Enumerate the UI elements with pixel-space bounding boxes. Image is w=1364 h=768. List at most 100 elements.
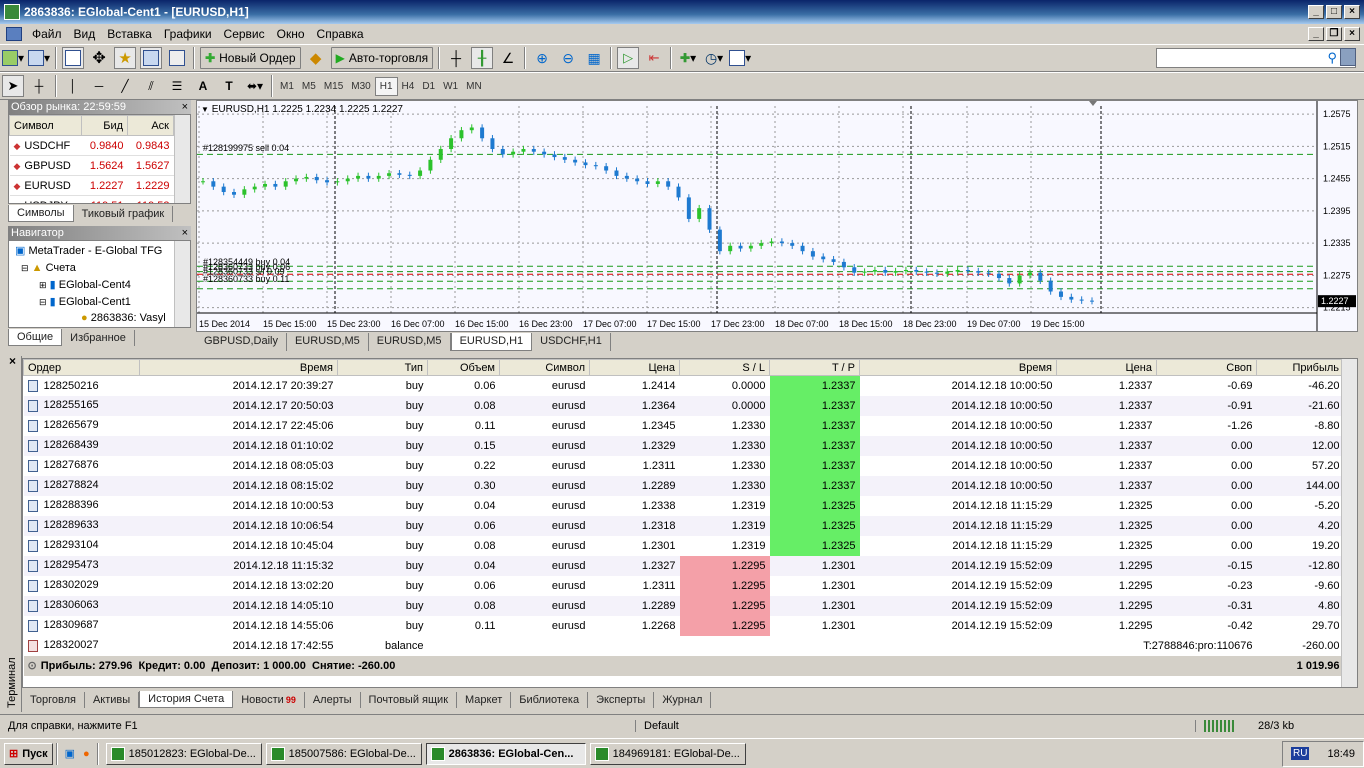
crosshair-tool[interactable]: ┼ [28, 75, 50, 97]
horizontal-line-tool[interactable]: ─ [88, 75, 110, 97]
col-header[interactable]: T / P [769, 359, 860, 376]
menu-view[interactable]: Вид [68, 27, 102, 41]
community-icon[interactable] [1340, 48, 1356, 66]
metaeditor-button[interactable]: ◆ [305, 47, 327, 69]
tree-account-cent4[interactable]: ⊞ ▮ EGlobal-Cent4 [9, 276, 190, 293]
tile-windows-button[interactable]: ▦ [583, 47, 605, 69]
tf-h4[interactable]: H4 [398, 81, 419, 92]
tf-mn[interactable]: MN [462, 81, 486, 92]
line-chart-button[interactable]: ∠ [497, 47, 519, 69]
fibo-tool[interactable]: ☰ [166, 75, 188, 97]
chart-canvas[interactable]: 15 Dec 2014 15 Dec 15:00 15 Dec 23:00 16 De… [197, 101, 1357, 331]
tester-toggle[interactable] [166, 47, 188, 69]
new-order-button[interactable]: ✚ Новый Ордер [200, 47, 301, 69]
table-row[interactable]: 128288396 2014.12.18 10:00:53 buy 0.04 eurus… [23, 495, 1344, 516]
templates-button[interactable]: ▾ [729, 47, 751, 69]
autotrade-button[interactable]: ▶ Авто-торговля [330, 47, 434, 69]
col-header[interactable]: Тип [337, 359, 428, 376]
chart-tab-gbpusd-daily[interactable]: GBPUSD,Daily [196, 333, 287, 351]
table-row[interactable]: 128293104 2014.12.18 10:45:04 buy 0.08 eurus… [23, 535, 1344, 556]
menu-file[interactable]: Файл [26, 27, 68, 41]
table-row[interactable]: 128255165 2014.12.17 20:50:03 buy 0.08 eurus… [23, 395, 1344, 416]
table-row[interactable]: 128276876 2014.12.18 08:05:03 buy 0.22 eurus… [23, 455, 1344, 476]
terminal-tab[interactable]: История Счета [139, 691, 234, 708]
indicators-button[interactable]: ✚ ▾ [677, 47, 699, 69]
arrows-tool[interactable]: ⬌ ▾ [244, 75, 266, 97]
profiles-button[interactable]: ▾ [28, 47, 50, 69]
language-indicator[interactable]: RU [1291, 747, 1310, 760]
terminal-tab[interactable]: Алерты [305, 692, 361, 708]
document-icon[interactable] [6, 27, 22, 41]
bar-chart-button[interactable]: ┼ [445, 47, 467, 69]
terminal-tab[interactable]: Торговля [22, 692, 85, 708]
tab-tick-chart[interactable]: Тиковый график [74, 206, 174, 222]
col-header[interactable]: Прибыль [1256, 359, 1344, 376]
table-row[interactable]: 128295473 2014.12.18 11:15:32 buy 0.04 eurus… [23, 555, 1344, 576]
col-header[interactable]: S / L [679, 359, 770, 376]
menu-window[interactable]: Окно [271, 27, 311, 41]
table-row[interactable]: 128265679 2014.12.17 22:45:06 buy 0.11 eurus… [23, 415, 1344, 436]
menu-help[interactable]: Справка [311, 27, 370, 41]
data-window-toggle[interactable]: ✥ [88, 47, 110, 69]
col-bid[interactable]: Бид [81, 115, 129, 136]
taskbar-window[interactable]: 2863836: EGlobal-Cen... [425, 742, 586, 765]
chart-tab-usdchf-h1[interactable]: USDCHF,H1 [532, 333, 611, 351]
channel-tool[interactable]: ⫽ [140, 75, 162, 97]
chart-tab-eurusd-m5-2[interactable]: EURUSD,M5 [369, 333, 451, 351]
close-icon[interactable]: × [182, 226, 188, 240]
search-input[interactable]: ⚲ [1156, 48, 1356, 68]
col-ask[interactable]: Аск [127, 115, 174, 136]
col-header[interactable]: Цена [1056, 359, 1157, 376]
table-row[interactable]: 128306063 2014.12.18 14:05:10 buy 0.08 eurus… [23, 595, 1344, 616]
menu-insert[interactable]: Вставка [101, 27, 158, 41]
terminal-tab[interactable]: Журнал [654, 692, 712, 708]
market-watch-toggle[interactable] [62, 47, 85, 69]
desktop-icon[interactable]: ▣ [65, 747, 75, 760]
maximize-button[interactable]: □ [1326, 5, 1342, 19]
text-tool[interactable]: A [192, 75, 214, 97]
terminal-tab[interactable]: Эксперты [588, 692, 655, 708]
price-chart[interactable]: 15 Dec 2014 15 Dec 15:00 15 Dec 23:00 16 De… [196, 100, 1358, 332]
tf-m5[interactable]: M5 [298, 81, 320, 92]
close-icon[interactable]: × [4, 355, 21, 367]
table-row[interactable]: 128302029 2014.12.18 13:02:20 buy 0.06 eurus… [23, 575, 1344, 596]
close-button[interactable]: × [1344, 5, 1360, 19]
minimize-button[interactable]: _ [1308, 5, 1324, 19]
col-header[interactable]: Объем [427, 359, 500, 376]
cursor-tool[interactable]: ➤ [2, 75, 24, 97]
chart-tab-eurusd-m5[interactable]: EURUSD,M5 [287, 333, 369, 351]
tab-symbols[interactable]: Символы [8, 205, 74, 222]
tab-general[interactable]: Общие [8, 329, 63, 346]
col-header[interactable]: Символ [499, 359, 590, 376]
balance-row[interactable]: 128320027 2014.12.18 17:42:55 balance T:278… [23, 635, 1344, 656]
navigator-toggle[interactable]: ★ [114, 47, 137, 69]
tab-favorites[interactable]: Избранное [62, 330, 135, 346]
tree-root[interactable]: ▣ MetaTrader - E-Global TFG [9, 241, 190, 260]
label-tool[interactable]: T [218, 75, 240, 97]
scrollbar[interactable] [174, 115, 190, 203]
col-header[interactable]: Время [139, 359, 338, 376]
autoscroll-button[interactable]: ▷ [617, 47, 640, 69]
table-row[interactable]: 128309687 2014.12.18 14:55:06 buy 0.11 eurus… [23, 615, 1344, 636]
terminal-tab[interactable]: Маркет [457, 692, 512, 708]
tf-m15[interactable]: M15 [320, 81, 347, 92]
table-row[interactable]: 128268439 2014.12.18 01:10:02 buy 0.15 eurus… [23, 435, 1344, 456]
terminal-toggle[interactable] [140, 47, 163, 69]
terminal-tab[interactable]: Новости 99 [233, 692, 305, 708]
candle-chart-button[interactable]: ╂ [471, 47, 494, 69]
zoom-in-button[interactable]: ⊕ [531, 47, 553, 69]
status-profile[interactable]: Default [636, 719, 1196, 732]
chart-tab-eurusd-h1[interactable]: EURUSD,H1 [450, 333, 533, 351]
firefox-icon[interactable]: ● [83, 748, 90, 760]
symbol-row[interactable]: ◆USDJPY119.51119.53 [9, 195, 174, 203]
tree-account-cent1[interactable]: ⊟ ▮ EGlobal-Cent1 [9, 293, 190, 310]
col-header[interactable]: Время [859, 359, 1057, 376]
start-button[interactable]: ⊞ Пуск [4, 742, 53, 765]
taskbar-window[interactable]: 184969181: EGlobal-De... [589, 742, 746, 765]
menu-charts[interactable]: Графики [158, 27, 218, 41]
terminal-tab[interactable]: Активы [85, 692, 140, 708]
terminal-tab[interactable]: Почтовый ящик [361, 692, 458, 708]
search-icon[interactable]: ⚲ [1327, 50, 1337, 66]
trendline-tool[interactable]: ╱ [114, 75, 136, 97]
symbol-row[interactable]: ◆ EURUSD 1.2227 1.2229 [9, 175, 174, 196]
